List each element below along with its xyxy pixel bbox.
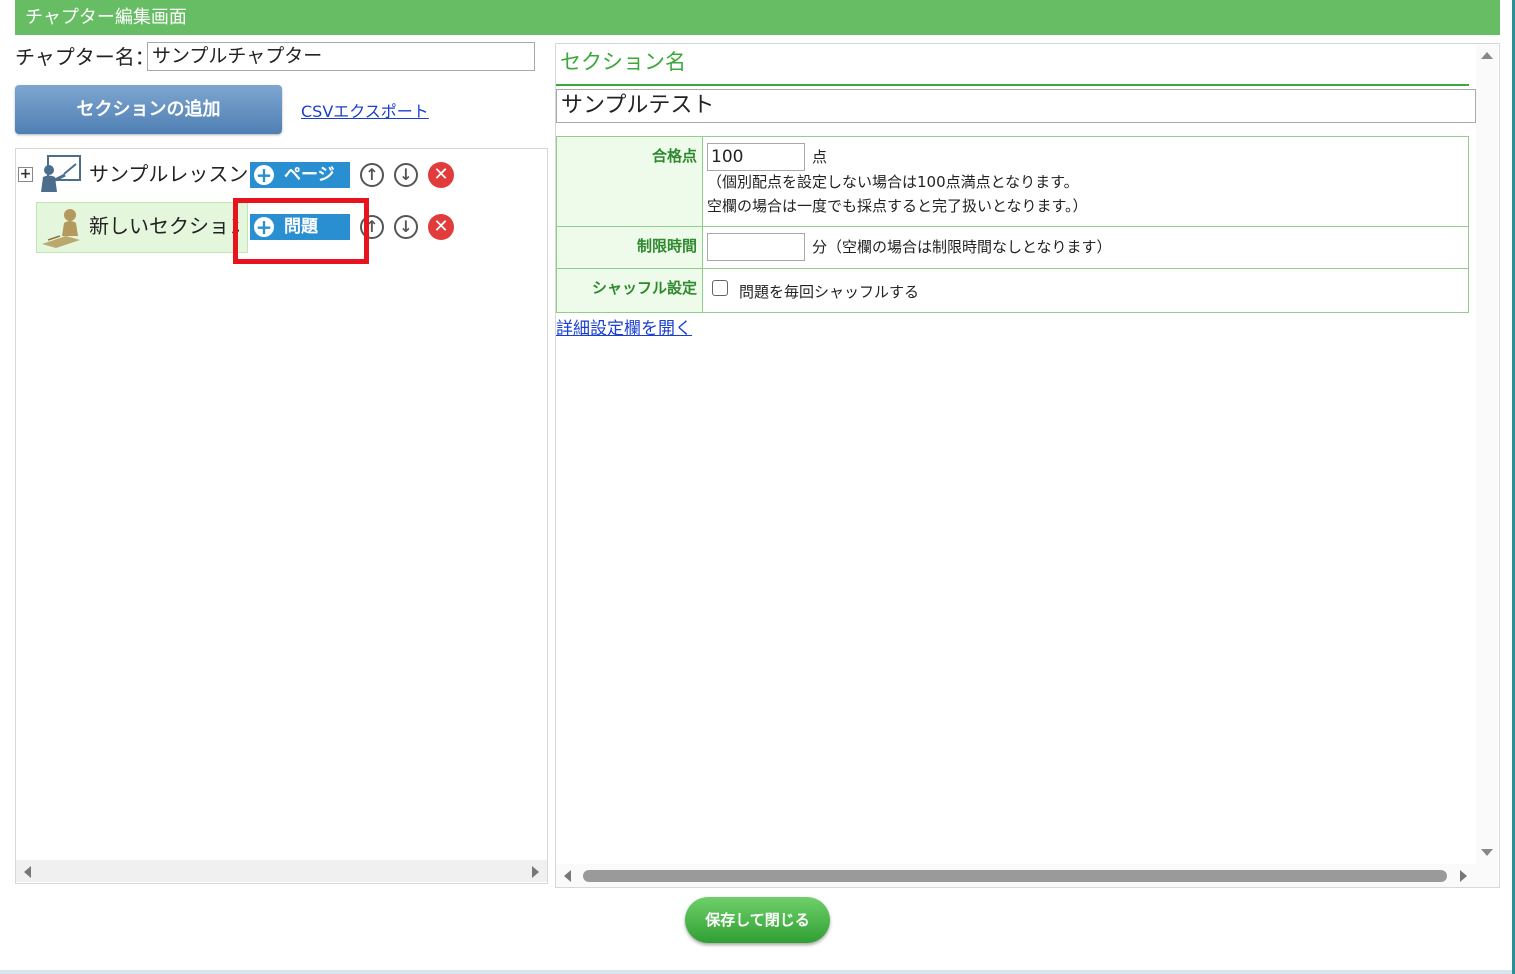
plus-icon: + <box>254 163 274 187</box>
shuffle-checkbox-label[interactable]: 問題を毎回シャッフルする <box>739 281 919 303</box>
row-divider <box>557 268 1468 269</box>
delete-icon[interactable]: ✕ <box>428 162 454 188</box>
horizontal-scroll-thumb[interactable] <box>583 870 1447 882</box>
passing-score-input[interactable]: 100 <box>707 143 805 171</box>
bottom-border <box>0 970 1515 974</box>
section-name-input[interactable]: サンプルテスト <box>556 89 1476 123</box>
passing-score-note-2: 空欄の場合は一度でも採点すると完了扱いとなります。） <box>707 197 1088 215</box>
scroll-right-arrow-icon[interactable] <box>532 866 539 878</box>
scroll-right-arrow-icon[interactable] <box>1460 870 1467 882</box>
editor-vertical-scrollbar[interactable] <box>1476 44 1498 864</box>
section-label[interactable]: 新しいセクション <box>89 213 239 239</box>
lesson-presenter-icon <box>38 154 82 194</box>
add-section-button[interactable]: セクションの追加 <box>15 85 282 134</box>
move-down-icon[interactable]: ↓ <box>394 163 418 187</box>
lesson-label[interactable]: サンプルレッスン <box>89 161 248 187</box>
window-title: チャプター編集画面 <box>25 7 187 28</box>
row-divider <box>557 226 1468 227</box>
move-down-icon[interactable]: ↓ <box>394 215 418 239</box>
window-title-bar: チャプター編集画面 <box>15 0 1500 35</box>
move-up-icon[interactable]: ↑ <box>360 163 384 187</box>
chapter-name-input[interactable]: サンプルチャプター <box>147 42 535 71</box>
csv-export-link[interactable]: CSVエクスポート <box>301 98 429 122</box>
time-limit-input[interactable] <box>707 233 805 261</box>
expand-toggle-icon[interactable]: + <box>18 167 33 182</box>
time-limit-label: 制限時間 <box>636 237 697 255</box>
passing-score-note-1: （個別配点を設定しない場合は100点満点となります。 <box>707 173 1079 191</box>
highlight-annotation-box <box>233 198 369 264</box>
save-and-close-button[interactable]: 保存して閉じる <box>685 897 830 943</box>
open-detail-settings-link[interactable]: 詳細設定欄を開く <box>556 314 692 339</box>
column-divider <box>702 137 703 312</box>
passing-score-label: 合格点 <box>651 147 697 165</box>
chapter-name-label: チャプター名： <box>15 45 155 69</box>
delete-icon[interactable]: ✕ <box>428 214 454 240</box>
heading-underline <box>556 84 1469 86</box>
scroll-down-arrow-icon[interactable] <box>1481 849 1493 856</box>
tree-horizontal-scrollbar[interactable] <box>16 860 547 882</box>
scroll-left-arrow-icon[interactable] <box>564 870 571 882</box>
add-page-label: ページ <box>284 165 335 185</box>
shuffle-setting-label: シャッフル設定 <box>591 279 697 297</box>
shuffle-checkbox[interactable] <box>712 280 728 296</box>
scroll-left-arrow-icon[interactable] <box>24 866 31 878</box>
time-limit-note: 分（空欄の場合は制限時間なしとなります） <box>812 238 1112 256</box>
add-page-button[interactable]: + ページ <box>250 162 350 188</box>
passing-score-unit: 点 <box>812 148 828 166</box>
scroll-up-arrow-icon[interactable] <box>1481 52 1493 59</box>
study-person-icon <box>40 206 84 248</box>
section-name-heading: セクション名 <box>560 50 686 74</box>
